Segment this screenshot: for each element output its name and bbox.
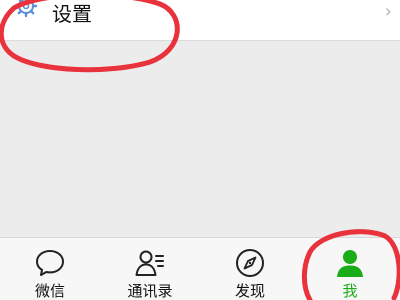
tab-label-me: 我 — [342, 282, 358, 300]
tab-label-weixin: 微信 — [34, 282, 65, 300]
gear-icon — [14, 0, 38, 18]
person-icon — [337, 250, 363, 277]
content-area — [0, 41, 400, 237]
tab-me[interactable]: 我 — [300, 238, 400, 300]
tab-discover[interactable]: 发现 — [200, 238, 300, 300]
tab-weixin[interactable]: 微信 — [0, 238, 100, 300]
settings-label: 设置 — [52, 2, 92, 26]
compass-icon — [236, 249, 264, 277]
settings-row[interactable]: 设置 › — [0, 0, 400, 41]
tab-contacts[interactable]: 通讯录 — [100, 238, 200, 300]
chat-bubble-icon — [36, 250, 64, 276]
bottom-tab-bar: 微信 通讯录 发现 我 — [0, 237, 400, 300]
tab-label-discover: 发现 — [234, 282, 265, 300]
chevron-right-icon: › — [384, 1, 392, 22]
tab-label-contacts: 通讯录 — [127, 282, 173, 300]
contacts-icon — [135, 250, 164, 276]
